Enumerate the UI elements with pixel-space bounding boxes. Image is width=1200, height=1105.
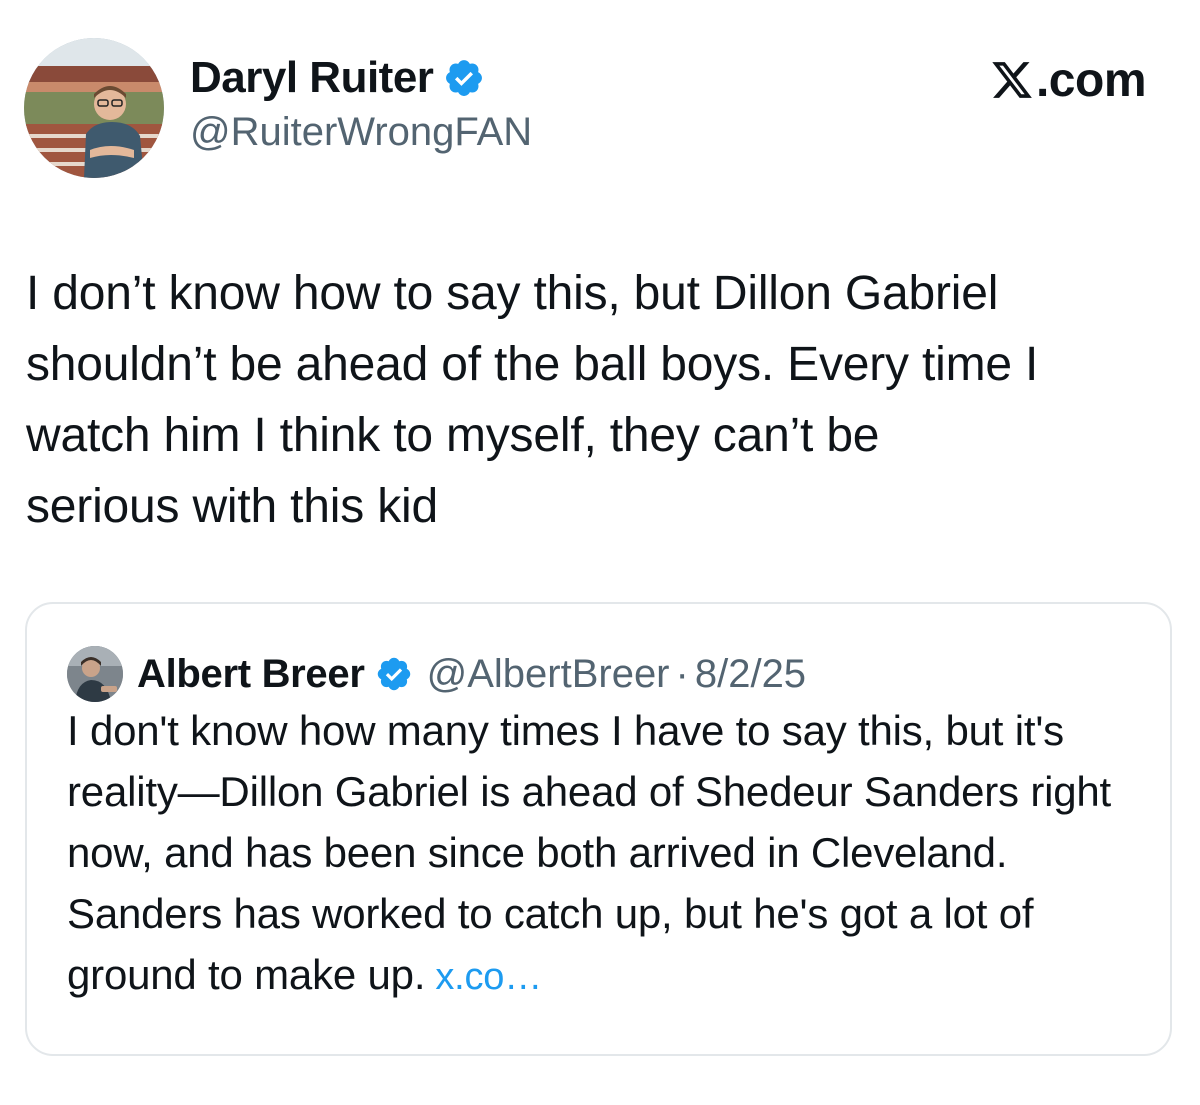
quoted-tweet-text-block: I don't know how many times I have to sa… — [67, 700, 1147, 1008]
quoted-tweet-date[interactable]: 8/2/25 — [695, 652, 806, 697]
x-com-brand: .com — [990, 50, 1147, 110]
quoted-verified-badge-icon — [375, 655, 413, 693]
quoted-author-handle[interactable]: @AlbertBreer — [427, 652, 670, 697]
tweet-text: I don’t know how to say this, but Dillon… — [26, 267, 1039, 533]
avatar-photo-icon — [24, 38, 164, 178]
quoted-tweet-card[interactable]: Albert Breer @AlbertBreer · 8/2/25 I don… — [25, 602, 1172, 1056]
quoted-tweet-header: Albert Breer @AlbertBreer · 8/2/25 — [67, 644, 806, 704]
quoted-author-avatar[interactable] — [67, 646, 123, 702]
author-name-row: Daryl Ruiter — [190, 48, 485, 108]
quoted-avatar-photo-icon — [67, 646, 123, 702]
x-logo-icon — [990, 58, 1034, 102]
quoted-author-name[interactable]: Albert Breer — [137, 652, 365, 697]
quoted-tweet-text: I don't know how many times I have to sa… — [67, 707, 1112, 998]
quoted-tweet-link[interactable]: x.co… — [435, 956, 542, 998]
author-name[interactable]: Daryl Ruiter — [190, 53, 434, 103]
quoted-separator: · — [675, 651, 689, 696]
verified-badge-icon — [443, 57, 485, 99]
author-handle[interactable]: @RuiterWrongFAN — [190, 110, 532, 155]
author-avatar[interactable] — [24, 38, 164, 178]
brand-domain-text: .com — [1035, 53, 1147, 107]
